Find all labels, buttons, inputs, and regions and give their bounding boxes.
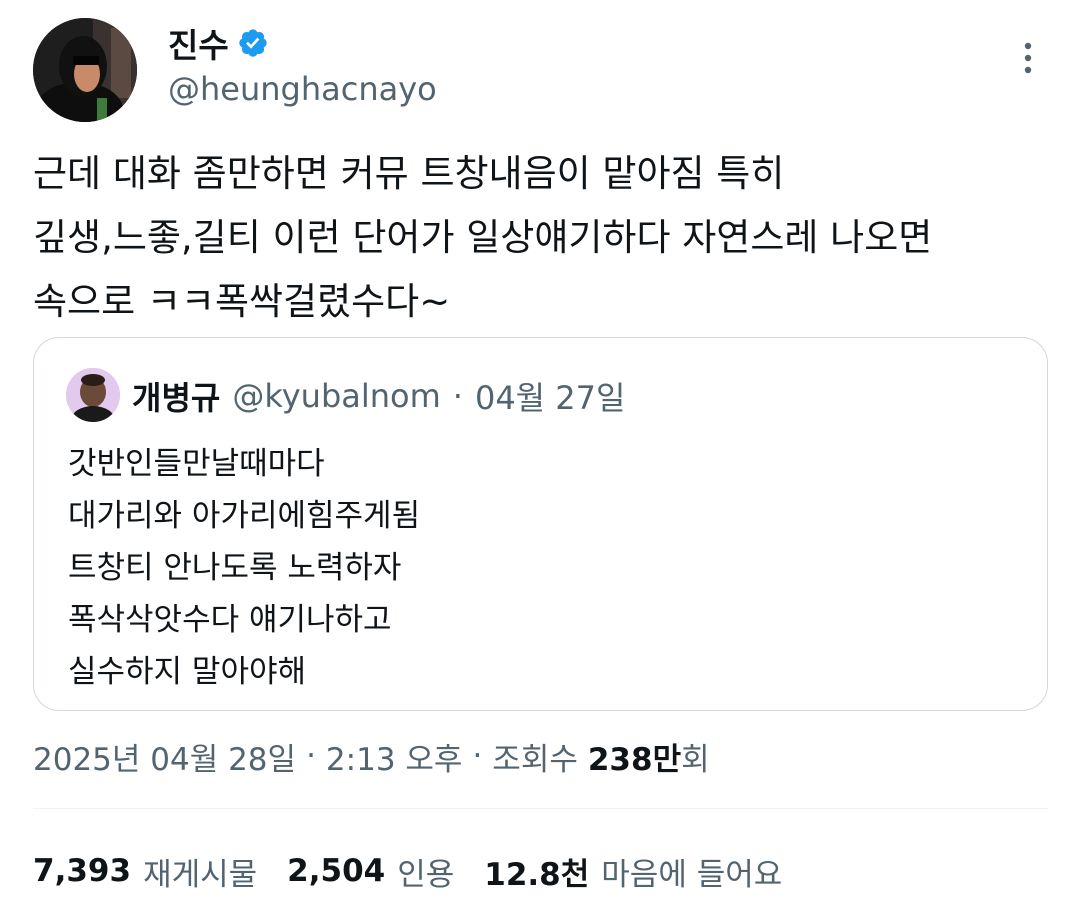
separator-dot: ·: [306, 738, 316, 774]
quoted-text-line: 대가리와 아가리에힘주게됨: [68, 498, 421, 534]
more-horizontal-icon: [1022, 40, 1034, 80]
tweet-text-line: 깊생,느좋,길티 이런 단어가 일상얘기하다 자연스레 나오면: [33, 216, 933, 259]
likes-label: 마음에 들어요: [601, 856, 783, 893]
views-label: 조회수: [492, 741, 578, 778]
separator-dot: ·: [452, 377, 463, 415]
tweet-date[interactable]: 2025년 04월 28일: [33, 734, 296, 779]
separator-dot: ·: [472, 738, 483, 774]
tweet-time[interactable]: 2:13 오후: [326, 734, 463, 779]
tweet-text-line: 속으로 ㅋㅋ폭싹걸렸수다~: [33, 280, 451, 323]
likes-stat[interactable]: 12.8천 마음에 들어요: [484, 849, 782, 894]
quoted-tweet-date[interactable]: 04월 27일: [475, 373, 626, 419]
likes-count: 12.8천: [484, 856, 590, 893]
tweet-text-line: 근데 대화 좀만하면 커뮤 트창내음이 맡아짐 특히: [33, 152, 785, 195]
tweet-detail: 진수 @heunghacnayo 근데 대화 좀만하면 커뮤 트창내음이 맡아짐…: [0, 0, 1080, 908]
author-handle[interactable]: @heunghacnayo: [168, 70, 437, 108]
reposts-label: 재게시물: [143, 856, 258, 893]
quoted-text-line: 폭삭삭앗수다 얘기나하고: [68, 602, 392, 638]
tweet-text: 근데 대화 좀만하면 커뮤 트창내음이 맡아짐 특히 깊생,느좋,길티 이런 단…: [33, 142, 1043, 334]
quoted-tweet-card[interactable]: 개병규 @kyubalnom · 04월 27일 갓반인들만날때마다 대가리와 …: [33, 337, 1048, 711]
reposts-stat[interactable]: 7,393 재게시물: [33, 849, 257, 894]
quoted-author-handle[interactable]: @kyubalnom: [232, 377, 440, 415]
divider: [33, 808, 1048, 809]
author-avatar[interactable]: [33, 18, 137, 122]
quotes-label: 인용: [397, 856, 455, 893]
more-options-button[interactable]: [1010, 38, 1046, 82]
verified-badge-icon[interactable]: [237, 27, 269, 59]
tweet-meta: 2025년 04월 28일 · 2:13 오후 · 조회수 238만회: [33, 732, 710, 780]
quoted-text-line: 트창티 안나도록 노력하자: [68, 550, 402, 586]
author-name-text[interactable]: 진수: [168, 19, 229, 67]
quoted-author-name[interactable]: 개병규: [132, 373, 220, 419]
quotes-stat[interactable]: 2,504 인용: [287, 849, 454, 894]
engagement-stats: 7,393 재게시물 2,504 인용 12.8천 마음에 들어요: [33, 846, 782, 896]
reposts-count: 7,393: [33, 853, 132, 889]
views-suffix: 회: [681, 741, 710, 778]
author-name[interactable]: 진수: [168, 19, 269, 67]
quoted-author-avatar[interactable]: [66, 368, 120, 422]
quotes-count: 2,504: [287, 853, 386, 889]
views-count[interactable]: 238만회: [588, 734, 710, 779]
quoted-text-line: 실수하지 말아야해: [68, 654, 307, 690]
quoted-tweet-header: 개병규 @kyubalnom · 04월 27일: [132, 372, 625, 420]
quoted-text-line: 갓반인들만날때마다: [68, 446, 325, 482]
views-value: 238만: [587, 741, 682, 778]
quoted-tweet-text: 갓반인들만날때마다 대가리와 아가리에힘주게됨 트창티 안나도록 노력하자 폭삭…: [68, 438, 420, 698]
